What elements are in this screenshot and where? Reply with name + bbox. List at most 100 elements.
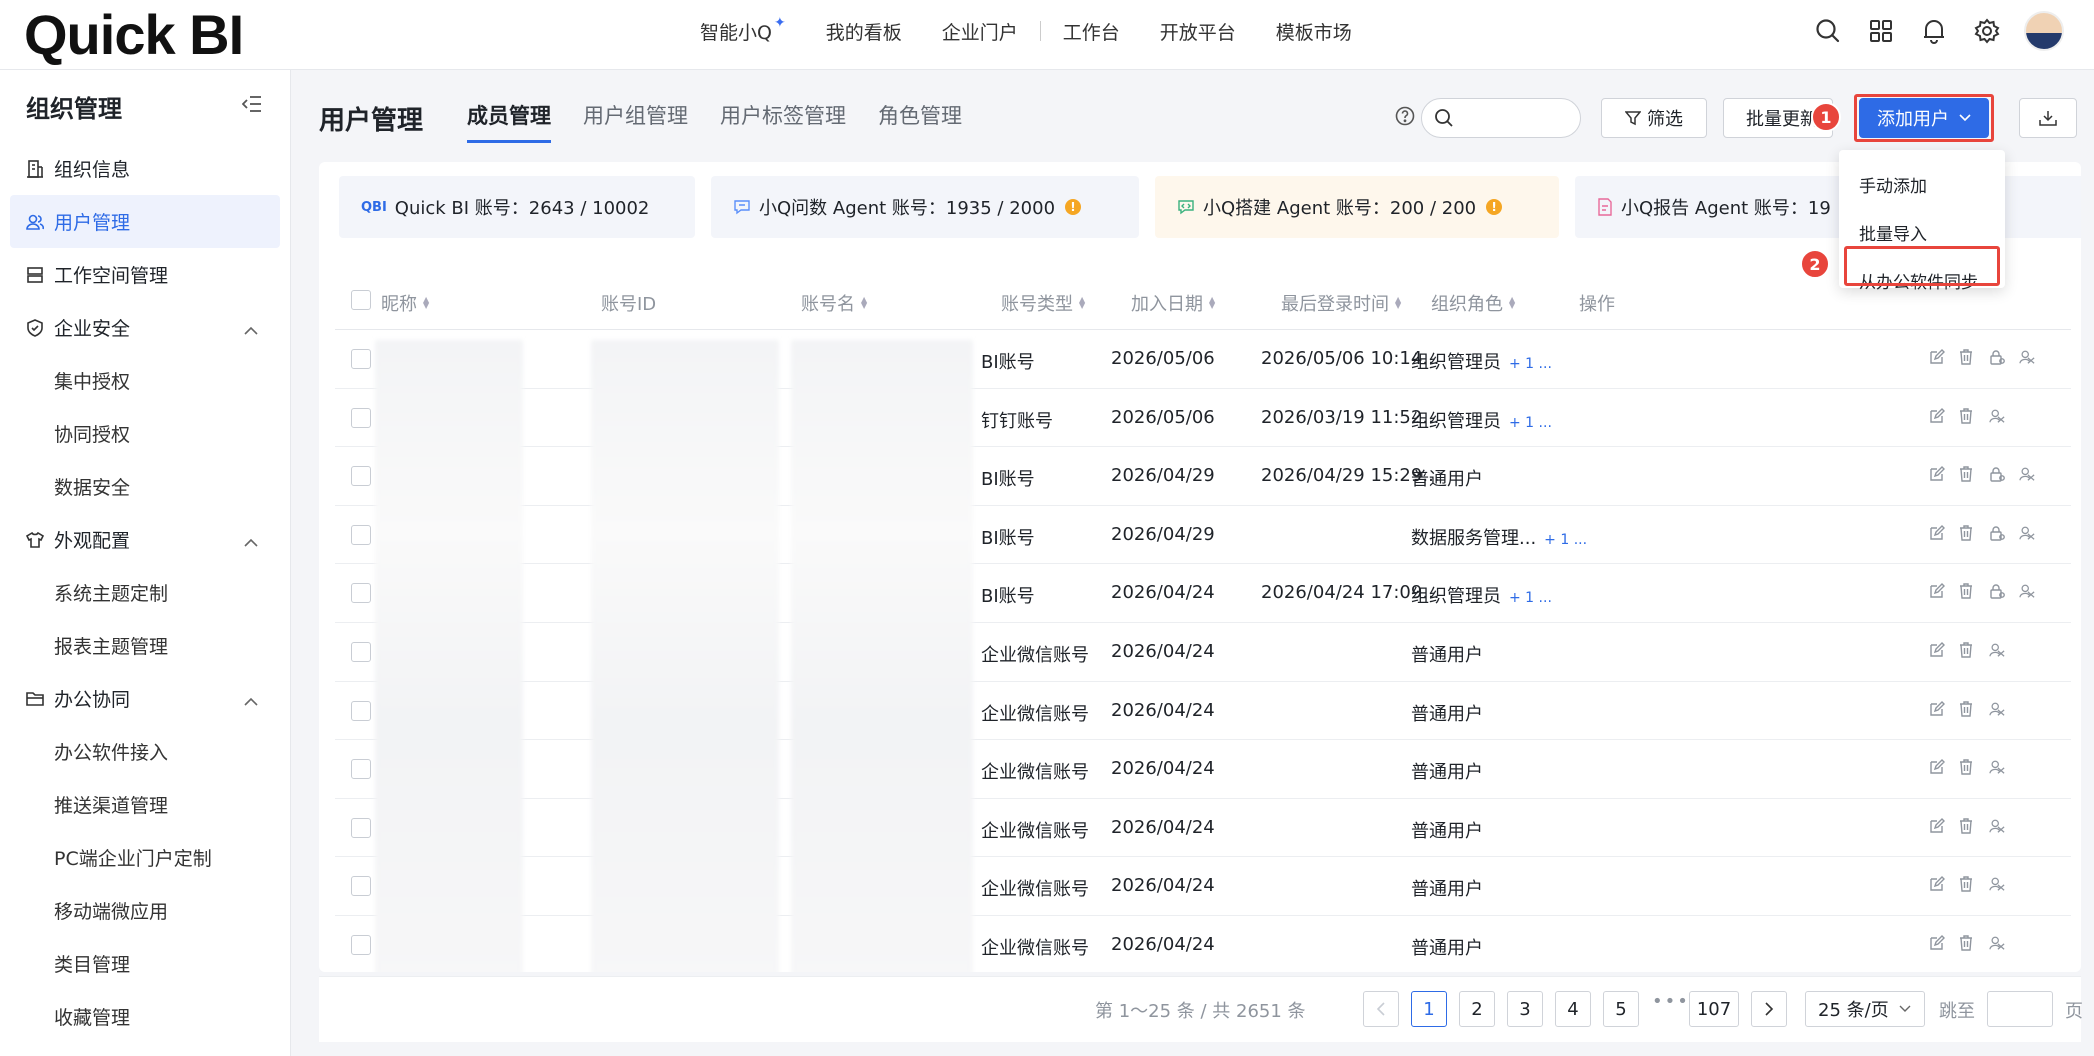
- lock-icon[interactable]: [1989, 465, 2005, 483]
- trash-icon[interactable]: [1959, 758, 1975, 776]
- sidebar-item-favorites[interactable]: 收藏管理: [0, 990, 290, 1043]
- nav-item-open-platform[interactable]: 开放平台: [1160, 18, 1236, 45]
- more-roles-link[interactable]: + 1 ...: [1509, 356, 1552, 372]
- edit-icon[interactable]: [1929, 758, 1945, 776]
- bell-icon[interactable]: [1919, 16, 1949, 46]
- nav-item-template-market[interactable]: 模板市场: [1276, 18, 1352, 45]
- trash-icon[interactable]: [1959, 934, 1975, 952]
- user-avatar[interactable]: [2024, 11, 2064, 51]
- sidebar-item-user-management[interactable]: 用户管理: [10, 195, 280, 248]
- sidebar-item-category[interactable]: 类目管理: [0, 937, 290, 990]
- apps-grid-icon[interactable]: [1866, 16, 1896, 46]
- sidebar-item-mobile-app[interactable]: 移动端微应用: [0, 884, 290, 937]
- page-3-button[interactable]: 3: [1507, 991, 1543, 1027]
- menu-item-sync-office[interactable]: 从办公软件同步: [1839, 256, 2005, 304]
- nav-item-smart-q[interactable]: 智能小Q ✦: [700, 15, 786, 45]
- edit-icon[interactable]: [1929, 582, 1945, 600]
- page-ellipsis[interactable]: •••: [1652, 991, 1690, 1012]
- edit-icon[interactable]: [1929, 817, 1945, 835]
- tab-user-groups[interactable]: 用户组管理: [583, 100, 688, 143]
- next-page-button[interactable]: [1751, 991, 1787, 1027]
- disable-user-icon[interactable]: [2019, 465, 2035, 483]
- row-checkbox[interactable]: [351, 876, 371, 897]
- disable-user-icon[interactable]: [1989, 641, 2005, 659]
- search-input[interactable]: [1460, 107, 1570, 127]
- edit-icon[interactable]: [1929, 934, 1945, 952]
- nav-item-workbench[interactable]: 工作台: [1063, 18, 1120, 45]
- tab-roles[interactable]: 角色管理: [878, 100, 962, 143]
- page-1-button[interactable]: 1: [1411, 991, 1447, 1027]
- col-nickname[interactable]: 昵称 ▲ ▼: [381, 290, 429, 316]
- lock-icon[interactable]: [1989, 348, 2005, 366]
- sidebar-item-central-auth[interactable]: 集中授权: [0, 354, 290, 407]
- menu-item-manual-add[interactable]: 手动添加: [1839, 160, 2005, 208]
- disable-user-icon[interactable]: [2019, 582, 2035, 600]
- sidebar-item-org-info[interactable]: 组织信息: [0, 142, 290, 195]
- trash-icon[interactable]: [1959, 407, 1975, 425]
- disable-user-icon[interactable]: [2019, 524, 2035, 542]
- add-user-button[interactable]: 添加用户: [1859, 98, 1989, 138]
- nav-item-portal[interactable]: 企业门户: [942, 18, 1018, 45]
- edit-icon[interactable]: [1929, 700, 1945, 718]
- app-logo[interactable]: Quick BI: [24, 4, 244, 66]
- lock-icon[interactable]: [1989, 582, 2005, 600]
- disable-user-icon[interactable]: [2019, 348, 2035, 366]
- more-roles-link[interactable]: + 1 ...: [1509, 415, 1552, 431]
- sidebar-item-pc-portal[interactable]: PC端企业门户定制: [0, 831, 290, 884]
- more-roles-link[interactable]: + 1 ...: [1509, 590, 1552, 606]
- row-checkbox[interactable]: [351, 759, 371, 780]
- sidebar-item-system-theme[interactable]: 系统主题定制: [0, 566, 290, 619]
- menu-item-bulk-import[interactable]: 批量导入: [1839, 208, 2005, 256]
- jump-page-input[interactable]: [1987, 991, 2053, 1027]
- page-5-button[interactable]: 5: [1603, 991, 1639, 1027]
- sidebar-item-office-integration[interactable]: 办公软件接入: [0, 725, 290, 778]
- row-checkbox[interactable]: [351, 349, 371, 369]
- edit-icon[interactable]: [1929, 348, 1945, 366]
- select-all-checkbox[interactable]: [351, 290, 371, 310]
- sidebar-group-office-collab[interactable]: 办公协同: [0, 672, 290, 725]
- row-checkbox[interactable]: [351, 817, 371, 838]
- disable-user-icon[interactable]: [1989, 817, 2005, 835]
- sidebar-item-push-channel[interactable]: 推送渠道管理: [0, 778, 290, 831]
- col-last-login[interactable]: 最后登录时间 ▲ ▼: [1281, 290, 1401, 316]
- row-checkbox[interactable]: [351, 934, 371, 955]
- row-checkbox[interactable]: [351, 641, 371, 662]
- page-2-button[interactable]: 2: [1459, 991, 1495, 1027]
- tab-user-tags[interactable]: 用户标签管理: [720, 100, 846, 143]
- trash-icon[interactable]: [1959, 641, 1975, 659]
- tab-members[interactable]: 成员管理: [467, 100, 551, 143]
- gear-icon[interactable]: [1972, 16, 2002, 46]
- trash-icon[interactable]: [1959, 875, 1975, 893]
- row-checkbox[interactable]: [351, 524, 371, 545]
- sidebar-item-data-security[interactable]: 数据安全: [0, 460, 290, 513]
- sidebar-group-security[interactable]: 企业安全: [0, 301, 290, 354]
- trash-icon[interactable]: [1959, 348, 1975, 366]
- sidebar-group-appearance[interactable]: 外观配置: [0, 513, 290, 566]
- disable-user-icon[interactable]: [1989, 758, 2005, 776]
- disable-user-icon[interactable]: [1989, 875, 2005, 893]
- sidebar-item-workspace[interactable]: 工作空间管理: [0, 248, 290, 301]
- nav-item-dashboard[interactable]: 我的看板: [826, 18, 902, 45]
- col-account-type[interactable]: 账号类型 ▲ ▼: [1001, 290, 1085, 316]
- search-box[interactable]: [1421, 98, 1581, 138]
- page-size-select[interactable]: 25 条/页: [1805, 991, 1925, 1027]
- prev-page-button[interactable]: [1363, 991, 1399, 1027]
- edit-icon[interactable]: [1929, 875, 1945, 893]
- edit-icon[interactable]: [1929, 524, 1945, 542]
- search-icon[interactable]: [1813, 16, 1843, 46]
- disable-user-icon[interactable]: [1989, 934, 2005, 952]
- col-account-name[interactable]: 账号名 ▲ ▼: [801, 290, 867, 316]
- trash-icon[interactable]: [1959, 465, 1975, 483]
- edit-icon[interactable]: [1929, 407, 1945, 425]
- trash-icon[interactable]: [1959, 700, 1975, 718]
- trash-icon[interactable]: [1959, 817, 1975, 835]
- row-checkbox[interactable]: [351, 583, 371, 604]
- trash-icon[interactable]: [1959, 524, 1975, 542]
- download-button[interactable]: [2019, 98, 2077, 138]
- row-checkbox[interactable]: [351, 700, 371, 721]
- row-checkbox[interactable]: [351, 407, 371, 428]
- page-4-button[interactable]: 4: [1555, 991, 1591, 1027]
- row-checkbox[interactable]: [351, 466, 371, 487]
- filter-button[interactable]: 筛选: [1601, 98, 1707, 138]
- col-org-role[interactable]: 组织角色 ▲ ▼: [1431, 290, 1515, 316]
